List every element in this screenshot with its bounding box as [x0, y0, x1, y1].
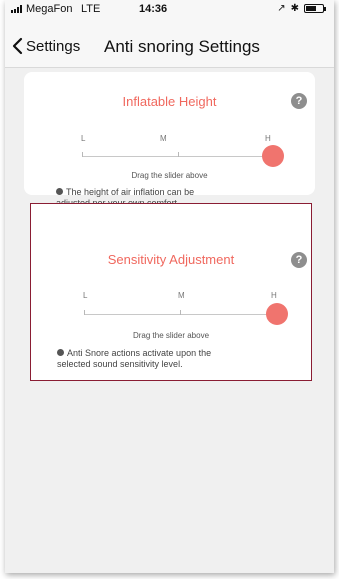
- level-label-high: H: [271, 291, 277, 300]
- level-label-low: L: [81, 134, 86, 143]
- note-line-2: selected sound sensitivity level.: [57, 359, 183, 369]
- status-time: 14:36: [139, 3, 168, 15]
- status-icons: ↗ ✱: [277, 3, 326, 14]
- location-icon: ↗: [277, 3, 286, 14]
- status-bar: MegaFon LTE 14:36 ↗ ✱: [5, 0, 334, 18]
- slider-hint: Drag the slider above: [131, 171, 208, 180]
- bluetooth-icon: ✱: [290, 3, 299, 14]
- inflatable-height-card: Inflatable Height ? L M H Drag the slide…: [24, 72, 315, 208]
- phone-screen: MegaFon LTE 14:36 ↗ ✱ Settings Anti snor…: [5, 0, 334, 573]
- slider-tick-medium: [180, 310, 181, 315]
- slider-tick-medium: [178, 152, 179, 157]
- help-icon[interactable]: ?: [291, 93, 307, 109]
- card-note: Anti Snore actions activate upon the sel…: [57, 348, 297, 370]
- level-label-low: L: [83, 291, 88, 300]
- note-line-1: The height of air inflation can be: [66, 187, 195, 197]
- signal-icon: [11, 5, 25, 13]
- battery-icon: [304, 4, 326, 13]
- card-title: Inflatable Height: [122, 94, 217, 109]
- slider-tick-low: [82, 152, 83, 157]
- back-button[interactable]: Settings: [8, 36, 80, 56]
- chevron-left-icon: [12, 37, 23, 55]
- level-label-medium: M: [178, 291, 185, 300]
- card-title: Sensitivity Adjustment: [107, 252, 235, 267]
- slider-hint: Drag the slider above: [132, 331, 210, 340]
- bullet-icon: [57, 349, 64, 356]
- slider-tick-low: [84, 310, 85, 315]
- network-type: LTE: [81, 3, 101, 15]
- carrier-name: MegaFon: [26, 3, 73, 15]
- help-icon[interactable]: ?: [291, 252, 307, 268]
- note-line-1: Anti Snore actions activate upon the: [67, 348, 212, 358]
- sensitivity-adjustment-card: Sensitivity Adjustment ? L M H Drag the …: [30, 203, 312, 381]
- back-label: Settings: [26, 37, 81, 55]
- slider-thumb[interactable]: [266, 303, 288, 325]
- slider-thumb[interactable]: [262, 145, 284, 167]
- level-label-medium: M: [160, 134, 167, 143]
- bullet-icon: [56, 188, 63, 195]
- navigation-bar: Settings Anti snoring Settings: [5, 18, 334, 68]
- level-label-high: H: [265, 134, 271, 143]
- page-title: Anti snoring Settings: [104, 37, 260, 56]
